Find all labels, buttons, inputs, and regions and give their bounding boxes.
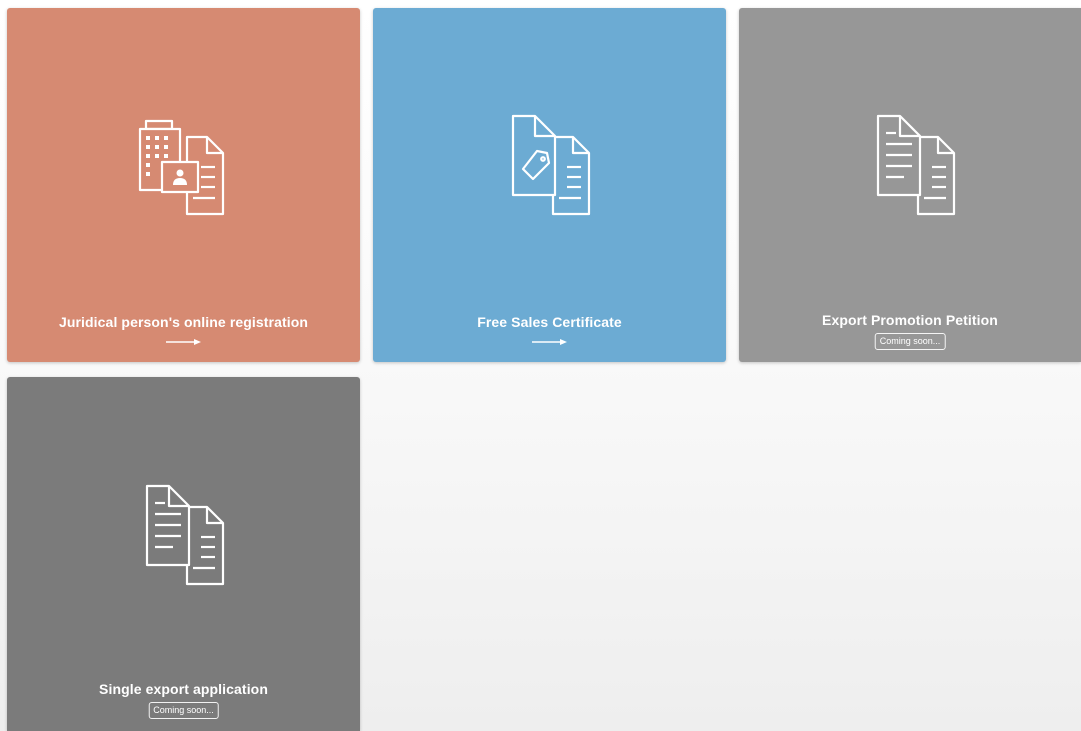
documents-icon [860,113,970,228]
building-document-icon [129,113,239,228]
tile-free-sales-certificate[interactable]: Free Sales Certificate [373,8,726,362]
tile-title: Free Sales Certificate [477,314,622,330]
arrow-right-icon [532,339,567,345]
documents-icon [129,483,239,598]
tag-document-icon [495,113,605,228]
arrow-right-icon [166,339,201,345]
tile-title: Export Promotion Petition [822,312,998,328]
tile-title: Single export application [99,681,268,697]
coming-soon-badge: Coming soon... [874,333,946,350]
tile-export-promotion-petition[interactable]: Export Promotion Petition Coming soon... [739,8,1081,362]
coming-soon-badge: Coming soon... [148,702,219,719]
tile-single-export-application[interactable]: Single export application Coming soon... [7,377,360,731]
tile-juridical-registration[interactable]: Juridical person's online registration [7,8,360,362]
tile-title: Juridical person's online registration [58,314,309,330]
